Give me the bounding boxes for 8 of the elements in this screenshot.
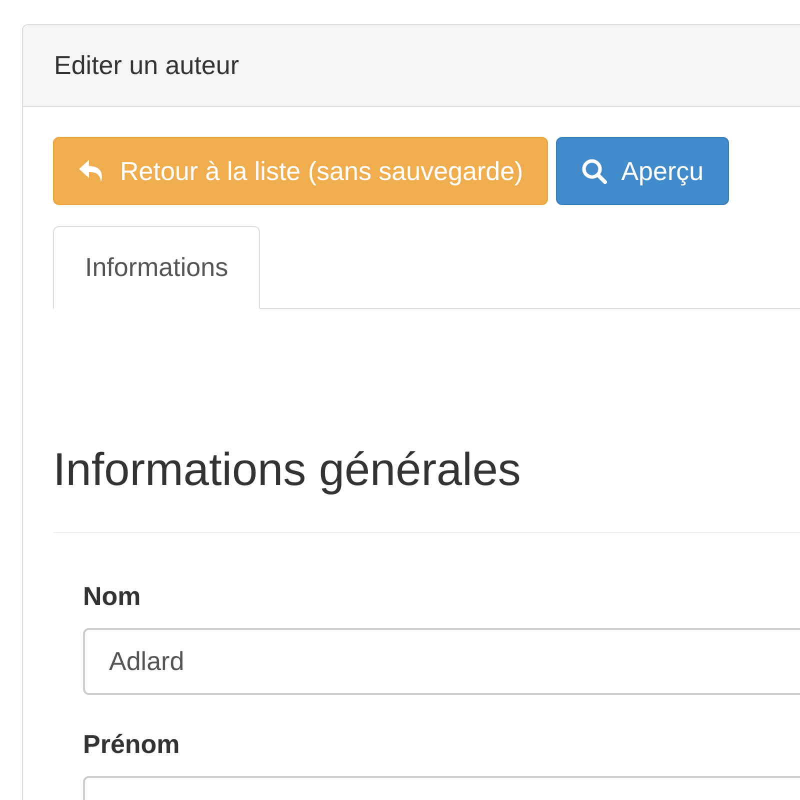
preview-button[interactable]: Aperçu — [556, 137, 729, 205]
field-label: Nom — [83, 580, 142, 613]
field-label: Prénom — [83, 728, 181, 761]
tab[interactable]: Informations — [53, 226, 260, 309]
section-heading: Informations générales — [53, 444, 522, 495]
search-icon — [581, 158, 608, 184]
panel-title: Editer un auteur — [54, 49, 240, 82]
text-field[interactable]: Adlard — [83, 628, 800, 695]
